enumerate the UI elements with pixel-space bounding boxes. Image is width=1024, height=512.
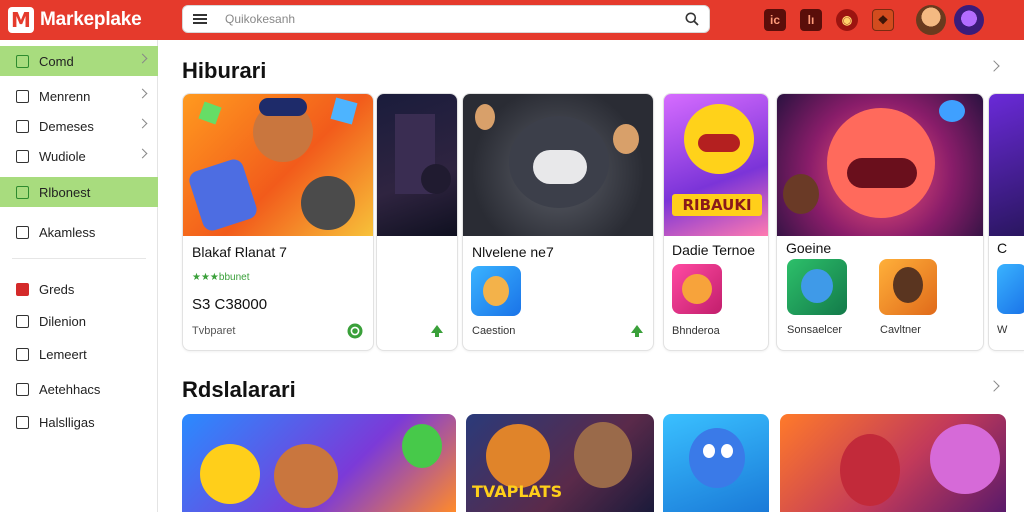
card-title: Blakaf Rlanat 7	[192, 244, 287, 260]
sidebar-item-label: Akamless	[39, 224, 96, 240]
install-icon[interactable]	[429, 323, 445, 339]
settings-icon	[16, 415, 29, 429]
app-label: Sonsaelcer	[787, 324, 843, 336]
install-icon[interactable]	[347, 323, 363, 339]
chevron-right-icon	[137, 118, 148, 129]
game-banner[interactable]	[182, 414, 456, 512]
app-label: Caestion	[472, 325, 516, 337]
game-icon[interactable]: ◉	[836, 9, 858, 31]
app-card[interactable]: Goeine Sonsaelcer Cavltner	[776, 93, 984, 351]
game-banner[interactable]: TVAPLATS	[466, 414, 654, 512]
sidebar-item-label: Halslligas	[39, 414, 95, 430]
card-artwork	[989, 94, 1024, 236]
gift-icon[interactable]: ❖	[872, 9, 894, 31]
sidebar-item-label: Wudiole	[39, 148, 86, 164]
search-icon[interactable]	[685, 12, 699, 26]
chevron-right-icon	[137, 148, 148, 159]
card-artwork	[463, 94, 653, 236]
app-icon[interactable]	[672, 264, 722, 314]
sidebar: Comd Menrenn Demeses Wudiole Rlbonest Ak…	[0, 40, 158, 512]
sidebar-item-grid[interactable]: Greds	[0, 274, 158, 304]
grid-icon	[16, 282, 29, 296]
app-icon[interactable]	[879, 259, 937, 315]
card-title: Dadie Ternoe	[672, 242, 756, 258]
download-icon[interactable]: lı	[800, 9, 822, 31]
app-label: W	[997, 324, 1008, 336]
brand-logo: M	[8, 7, 34, 33]
sidebar-item-list[interactable]: Demeses	[0, 111, 158, 141]
sidebar-item-label: Dilenion	[39, 313, 86, 329]
avatar[interactable]	[916, 5, 946, 35]
game-banner[interactable]	[780, 414, 1006, 512]
sidebar-item-tool[interactable]: Aetehhacs	[0, 374, 158, 404]
app-label: Bhnderoa	[672, 325, 720, 337]
tag-icon	[16, 185, 29, 199]
app-icon[interactable]	[471, 266, 521, 316]
app-card[interactable]: Nlvelene ne7 Caestion	[462, 93, 654, 351]
card-title: Nlvelene ne7	[472, 244, 554, 260]
menu-icon	[16, 89, 29, 103]
banner-art-logo: TVAPLATS	[472, 482, 563, 501]
list-icon	[16, 119, 29, 133]
app-label: Cavltner	[880, 324, 921, 336]
sidebar-item-label: Greds	[39, 281, 75, 297]
sidebar-item-label: Lemeert	[39, 346, 87, 362]
sidebar-item-label: Demeses	[39, 118, 94, 134]
bag-icon	[16, 225, 29, 239]
sidebar-item-tag[interactable]: Rlbonest	[0, 177, 158, 207]
doc-icon	[16, 347, 29, 361]
notification-icon[interactable]: ic	[764, 9, 786, 31]
sidebar-item-square[interactable]: Wudiole	[0, 141, 158, 171]
sidebar-item-settings[interactable]: Halslligas	[0, 407, 158, 437]
sidebar-item-label: Aetehhacs	[39, 381, 101, 397]
chevron-right-icon	[137, 53, 148, 64]
sidebar-item-label: Rlbonest	[39, 184, 91, 200]
card-price: S3 C38000	[192, 296, 268, 313]
card-artwork	[183, 94, 373, 236]
section-title: Hiburari	[182, 58, 267, 83]
card-rating: ★★★bbunet	[192, 272, 250, 283]
app-card[interactable]: Blakaf Rlanat 7 ★★★bbunet S3 C38000 Tvbp…	[182, 93, 374, 351]
card-artwork	[777, 94, 983, 236]
sidebar-item-menu[interactable]: Menrenn	[0, 81, 158, 111]
app-icon[interactable]	[997, 264, 1024, 314]
app-icon[interactable]	[787, 259, 847, 315]
folder-icon	[16, 314, 29, 328]
section-title: Rdslalarari	[182, 377, 296, 402]
square-icon	[16, 149, 29, 163]
sidebar-item-doc[interactable]: Lemeert	[0, 339, 158, 369]
home-icon	[16, 54, 29, 68]
chevron-right-icon	[137, 88, 148, 99]
install-icon[interactable]	[629, 323, 645, 339]
game-banner[interactable]	[663, 414, 769, 512]
top-icons: ic lı ◉ ❖	[764, 5, 984, 35]
sidebar-item-home[interactable]: Comd	[0, 46, 158, 76]
brand-name: Markeplake	[40, 9, 142, 30]
chevron-right-icon[interactable]	[988, 380, 1000, 392]
app-card[interactable]: C W	[988, 93, 1024, 351]
sidebar-item-label: Menrenn	[39, 88, 91, 104]
hamburger-menu-icon[interactable]	[193, 14, 207, 24]
tool-icon	[16, 382, 29, 396]
sidebar-item-label: Comd	[39, 53, 74, 69]
card-title: C	[997, 240, 1008, 256]
top-bar: M Markeplake ic lı ◉ ❖	[0, 0, 1024, 40]
card-title: Goeine	[786, 240, 832, 256]
sidebar-item-bag[interactable]: Akamless	[0, 217, 158, 247]
card-artwork: RIBAUKI	[664, 94, 768, 236]
app-card[interactable]: RIBAUKI Dadie Ternoe Bhnderoa	[663, 93, 769, 351]
card-artwork	[377, 94, 457, 236]
card-publisher: Tvbparet	[192, 325, 236, 337]
sidebar-divider	[12, 258, 146, 259]
card-art-logo: RIBAUKI	[672, 194, 762, 216]
avatar-secondary[interactable]	[954, 5, 984, 35]
brand[interactable]: M Markeplake	[8, 6, 142, 34]
sidebar-item-folder[interactable]: Dilenion	[0, 306, 158, 336]
search-input[interactable]	[225, 12, 655, 26]
search-bar	[182, 5, 710, 33]
chevron-right-icon[interactable]	[988, 60, 1000, 72]
app-card[interactable]	[376, 93, 458, 351]
